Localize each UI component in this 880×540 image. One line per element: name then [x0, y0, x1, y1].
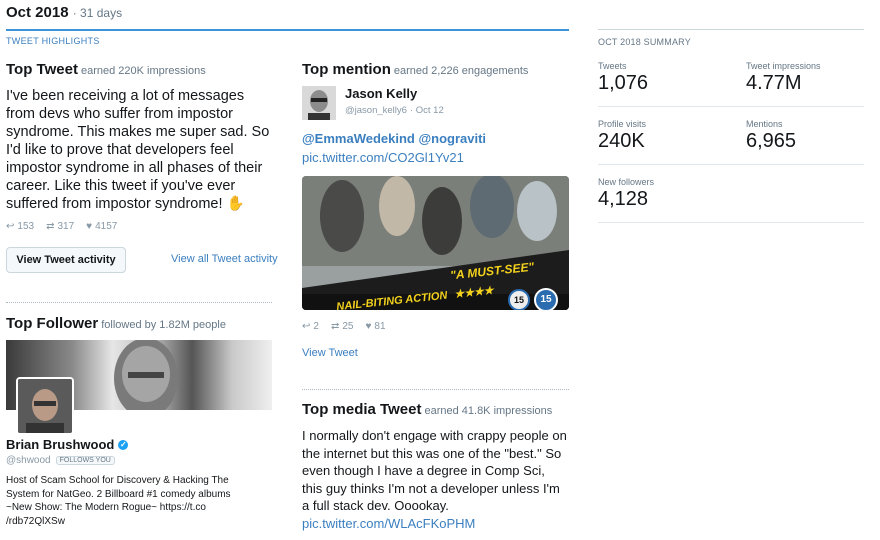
rating-badge-1: 15 [508, 289, 530, 310]
summary-row-divider [598, 106, 864, 107]
followers-label: New followers [598, 177, 655, 187]
top-media-text: I normally don't engage with crappy peop… [302, 428, 567, 513]
reply-icon: ↩ [6, 221, 15, 232]
visits-value: 240K [598, 130, 645, 152]
like-stat[interactable]: ♥ 4157 [86, 221, 117, 232]
follows-you-badge: FOLLOWS YOU [55, 456, 115, 465]
mentions-value: 6,965 [746, 130, 797, 152]
top-mention-heading: Top mention earned 2,226 engagements [302, 61, 528, 78]
mention-reply-count: 2 [313, 321, 319, 332]
view-all-tweet-activity-link[interactable]: View all Tweet activity [171, 253, 278, 265]
top-tweet-stats: ↩ 153 ⇄ 317 ♥ 4157 [6, 221, 117, 232]
retweet-count: 317 [57, 221, 75, 232]
mention-name[interactable]: Jason Kelly [345, 86, 417, 101]
mention-avatar[interactable] [302, 86, 336, 120]
top-follower-title: Top Follower [6, 315, 99, 332]
top-media-pic-link[interactable]: pic.twitter.com/WLAcFKoPHM [302, 516, 475, 531]
heart-icon: ♥ [365, 321, 372, 332]
section-divider [6, 302, 272, 303]
mention-pic-link[interactable]: pic.twitter.com/CO2Gl1Yv21 [302, 150, 464, 165]
mention-usernames[interactable]: @EmmaWedekind @nograviti [302, 131, 486, 146]
reply-icon: ↩ [302, 321, 311, 332]
summary-divider [598, 29, 864, 30]
month-days: · 31 days [72, 6, 123, 20]
avatar-face-graphic [18, 379, 72, 433]
follower-bio: Host of Scam School for Discovery & Hack… [6, 475, 231, 527]
summary-label: OCT 2018 SUMMARY [598, 37, 691, 47]
mention-media-image[interactable]: NAIL-BITING ACTION ★★★★ "A MUST-SEE" 15 … [302, 176, 569, 310]
view-tweet-link[interactable]: View Tweet [302, 347, 358, 359]
tweets-value: 1,076 [598, 72, 649, 94]
retweet-stat[interactable]: ⇄ 317 [46, 221, 74, 232]
top-mention-subtitle: earned 2,226 engagements [393, 65, 529, 77]
mention-handle[interactable]: @jason_kelly6 [345, 105, 407, 116]
follower-avatar[interactable] [16, 377, 74, 435]
top-media-heading: Top media Tweet earned 41.8K impressions [302, 401, 552, 418]
retweet-icon: ⇄ [330, 321, 340, 332]
retweet-icon: ⇄ [46, 221, 55, 232]
top-follower-subtitle: followed by 1.82M people [101, 319, 226, 331]
impressions-value: 4.77M [746, 72, 802, 94]
followers-value: 4,128 [598, 188, 649, 210]
visits-label: Profile visits [598, 119, 647, 129]
mention-stats: ↩ 2 ⇄ 25 ♥ 81 [302, 321, 386, 332]
top-tweet-heading: Top Tweet earned 220K impressions [6, 61, 206, 78]
mention-avatar-graphic [302, 86, 336, 120]
summary-row-divider [598, 222, 864, 223]
top-media-subtitle: earned 41.8K impressions [424, 405, 553, 417]
verified-icon: ✓ [118, 439, 129, 450]
mention-retweet-count: 25 [342, 321, 354, 332]
reply-stat[interactable]: ↩ 153 [6, 221, 34, 232]
rating-badge-2: 15 [534, 288, 558, 310]
like-count: 4157 [95, 221, 118, 232]
section-divider [302, 389, 569, 390]
mention-meta: @jason_kelly6 · Oct 12 [345, 105, 444, 116]
follower-name-row: Brian Brushwood ✓ [6, 437, 129, 452]
highlights-label: TWEET HIGHLIGHTS [6, 36, 100, 46]
top-follower-heading: Top Follower followed by 1.82M people [6, 315, 226, 332]
mention-retweet-stat[interactable]: ⇄ 25 [331, 321, 354, 332]
follower-name[interactable]: Brian Brushwood [6, 437, 114, 452]
highlights-divider [6, 29, 569, 31]
reply-count: 153 [17, 221, 35, 232]
follower-handle-row: @shwood FOLLOWS YOU [6, 455, 115, 466]
top-tweet-subtitle: earned 220K impressions [80, 65, 206, 77]
top-media-text-block: I normally don't engage with crappy peop… [302, 427, 568, 532]
month-header: Oct 2018 · 31 days [6, 4, 122, 21]
mentions-label: Mentions [746, 119, 783, 129]
top-tweet-title: Top Tweet [6, 61, 78, 78]
follower-handle[interactable]: @shwood [6, 455, 51, 466]
top-media-title: Top media Tweet [302, 401, 422, 418]
impressions-label: Tweet impressions [746, 61, 821, 71]
mention-like-stat[interactable]: ♥ 81 [365, 321, 385, 332]
mention-date: · Oct 12 [409, 105, 444, 116]
mention-like-count: 81 [374, 321, 386, 332]
mention-reply-stat[interactable]: ↩ 2 [302, 321, 319, 332]
month-title: Oct 2018 [6, 4, 69, 21]
view-tweet-activity-button[interactable]: View Tweet activity [6, 247, 126, 273]
top-mention-title: Top mention [302, 61, 391, 78]
heart-icon: ♥ [86, 221, 93, 232]
summary-row-divider [598, 164, 864, 165]
tweets-label: Tweets [598, 61, 627, 71]
top-tweet-text: I've been receiving a lot of messages fr… [6, 88, 270, 212]
